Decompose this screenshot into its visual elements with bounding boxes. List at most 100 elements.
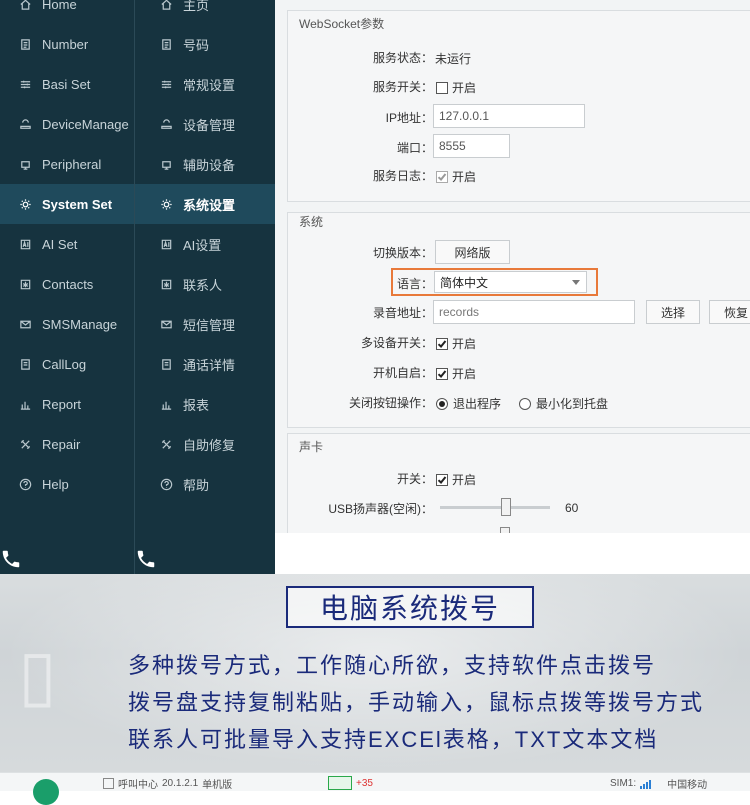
sidebar-item-label: 短信管理 <box>183 317 236 333</box>
home-icon <box>18 0 32 11</box>
ip-row: IP地址： <box>275 104 433 130</box>
status-app-info: 呼叫中心 20.1.2.1 单机版 <box>103 776 232 791</box>
sidebar-item-help[interactable]: Help <box>0 464 134 504</box>
sidebar-item-label: 号码 <box>183 37 210 53</box>
banner-background-decor: ▯ <box>18 634 57 716</box>
version-button[interactable]: 网络版 <box>435 240 510 264</box>
language-select[interactable]: 简体中文 <box>434 271 587 293</box>
mail-icon <box>328 776 352 790</box>
tools-icon <box>159 437 173 451</box>
autostart-checkbox[interactable]: 开启 <box>436 365 476 382</box>
phone-icon[interactable] <box>135 548 157 570</box>
sidebar-item-repair[interactable]: Repair <box>0 424 134 464</box>
checkbox-checked[interactable] <box>436 473 448 486</box>
sidebar-item-peripheral[interactable]: 辅助设备 <box>135 144 275 184</box>
peripheral-icon <box>18 157 32 171</box>
status-app-name: 呼叫中心 <box>118 780 158 791</box>
promo-banner: ▯ 电脑系统拨号 多种拨号方式，工作随心所欲，支持软件点击拨号 拨号盘支持复制粘… <box>0 574 750 772</box>
sidebar-item-help[interactable]: 帮助 <box>135 464 275 504</box>
language-row: 语言： <box>275 270 433 296</box>
sidebar-item-label: Peripheral <box>42 156 102 172</box>
sidebar-item-basi-set[interactable]: Basi Set <box>0 64 134 104</box>
device-icon <box>18 117 32 131</box>
close-option-exit: 退出程序 <box>453 397 502 411</box>
gear-icon <box>18 197 32 211</box>
checkbox-checked[interactable] <box>436 367 448 380</box>
sidebar-item-ai-set[interactable]: AI Set <box>0 224 134 264</box>
next-slider-thumb-partial[interactable] <box>500 527 510 533</box>
sidebar-item-basi-set[interactable]: 常规设置 <box>135 64 275 104</box>
sidebar-item-contacts[interactable]: 联系人 <box>135 264 275 304</box>
multi-device-label: 多设备开关： <box>360 335 433 350</box>
checkbox-unchecked[interactable] <box>436 81 448 94</box>
sidebar-item-system-set[interactable]: System Set <box>0 184 134 224</box>
sidebar-item-smsmanage[interactable]: 短信管理 <box>135 304 275 344</box>
sidebar-item-system-set[interactable]: 系统设置 <box>135 184 275 224</box>
sidebar-item-devicemanage[interactable]: DeviceManage <box>0 104 134 144</box>
sidebar-item-number[interactable]: Number <box>0 24 134 64</box>
usb-speaker-value: 60 <box>565 501 579 515</box>
app-logo-icon <box>33 779 59 805</box>
status-sim: SIM1: 中国移动 <box>610 776 707 791</box>
language-selected-value: 简体中文 <box>440 275 489 290</box>
home-icon <box>159 0 173 11</box>
sidebar-item-peripheral[interactable]: Peripheral <box>0 144 134 184</box>
port-input[interactable]: 8555 <box>433 134 510 158</box>
checkbox-checked-disabled[interactable] <box>436 170 448 183</box>
calllog-icon <box>159 357 173 371</box>
system-group-title: 系统 <box>299 215 324 229</box>
chart-icon <box>159 397 173 411</box>
ai-icon <box>159 237 173 251</box>
service-status-row: 服务状态： <box>275 44 433 70</box>
service-log-label: 服务日志： <box>372 168 433 183</box>
usb-speaker-slider-track[interactable] <box>440 506 550 509</box>
sound-switch-text: 开启 <box>452 473 477 487</box>
service-log-text: 开启 <box>452 170 477 184</box>
device-icon <box>159 117 173 131</box>
sidebar-item-smsmanage[interactable]: SMSManage <box>0 304 134 344</box>
peripheral-icon <box>159 157 173 171</box>
sidebar-item-label: 系统设置 <box>183 197 236 213</box>
sidebar-item-report[interactable]: Report <box>0 384 134 424</box>
multi-device-checkbox[interactable]: 开启 <box>436 335 476 352</box>
usb-speaker-slider-thumb[interactable] <box>501 498 511 516</box>
sidebar-item-label: AI Set <box>42 236 78 252</box>
choose-button[interactable]: 选择 <box>646 300 700 324</box>
port-row: 端口： <box>275 134 433 160</box>
ip-input[interactable]: 127.0.0.1 <box>433 104 585 128</box>
sidebar-item-ai-set[interactable]: AI设置 <box>135 224 275 264</box>
sound-switch-row: 开关： <box>275 465 433 491</box>
sidebar-item-calllog[interactable]: 通话详情 <box>135 344 275 384</box>
sidebar-item-report[interactable]: 报表 <box>135 384 275 424</box>
sidebar-item-home[interactable]: 主页 <box>135 0 275 24</box>
sidebar-item-contacts[interactable]: Contacts <box>0 264 134 304</box>
checkbox-checked[interactable] <box>436 337 448 350</box>
service-log-checkbox[interactable]: 开启 <box>436 168 476 185</box>
sidebar-item-label: 帮助 <box>183 477 210 493</box>
service-status-value: 未运行 <box>435 52 472 66</box>
sidebar-item-home[interactable]: Home <box>0 0 134 24</box>
sound-switch-checkbox[interactable]: 开启 <box>436 471 476 488</box>
sidebar-item-label: Contacts <box>42 276 94 292</box>
number-icon <box>18 37 32 51</box>
restore-button[interactable]: 恢复 <box>709 300 750 324</box>
phone-icon[interactable] <box>0 548 22 570</box>
websocket-group-title: WebSocket参数 <box>299 17 385 31</box>
usb-speaker-label: USB扬声器(空闲)： <box>328 501 433 516</box>
service-status-label: 服务状态： <box>372 50 433 65</box>
radio-exit-selected[interactable] <box>436 397 448 410</box>
status-carrier: 中国移动 <box>667 780 708 791</box>
sidebar-english: Home Number Basi Set DeviceManage Peripheral… <box>0 0 134 574</box>
sidebar-item-calllog[interactable]: CallLog <box>0 344 134 384</box>
record-path-input[interactable]: records <box>433 300 635 324</box>
record-row: 录音地址： <box>275 299 433 325</box>
record-path-value: records <box>439 305 480 319</box>
sidebar-item-repair[interactable]: 自助修复 <box>135 424 275 464</box>
service-switch-checkbox[interactable]: 开启 <box>436 79 476 96</box>
radio-minimize[interactable] <box>519 397 532 410</box>
chevron-down-icon <box>572 279 580 285</box>
sidebar-item-number[interactable]: 号码 <box>135 24 275 64</box>
status-sms[interactable]: +35 <box>328 776 373 790</box>
close-option-minimize: 最小化到托盘 <box>536 397 609 411</box>
sidebar-item-devicemanage[interactable]: 设备管理 <box>135 104 275 144</box>
